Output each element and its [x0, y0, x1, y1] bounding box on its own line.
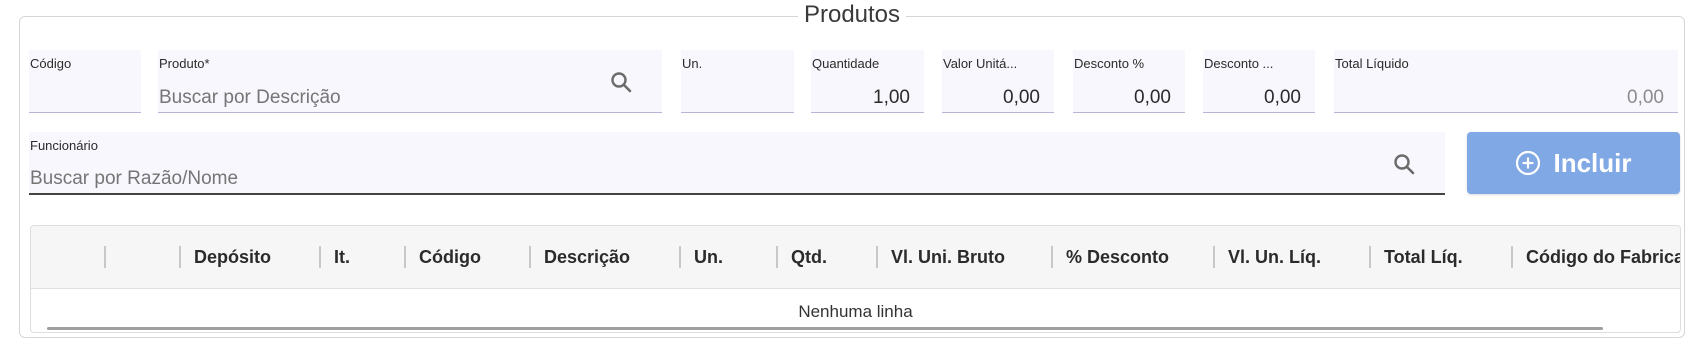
desconto-valor-value: 0,00: [1264, 87, 1301, 108]
section-title: Produtos: [0, 0, 1704, 30]
column-separator[interactable]: [1051, 246, 1053, 268]
valor-unitario-label: Valor Unitá...: [943, 56, 1018, 71]
horizontal-scrollbar[interactable]: [47, 327, 1603, 330]
total-liquido-field: Total Líquido 0,00: [1334, 50, 1678, 113]
search-icon[interactable]: [1392, 152, 1416, 176]
column-separator[interactable]: [179, 246, 181, 268]
produtos-grid: Depósito It. Código Descrição Un. Qtd. V…: [30, 225, 1681, 333]
valor-unitario-field[interactable]: Valor Unitá... 0,00: [942, 50, 1054, 113]
col-codigo-fabricante[interactable]: Código do Fabricant: [1526, 226, 1680, 288]
desconto-pct-field[interactable]: Desconto % 0,00: [1073, 50, 1185, 113]
total-liquido-label: Total Líquido: [1335, 56, 1409, 71]
grid-header: Depósito It. Código Descrição Un. Qtd. V…: [31, 226, 1680, 289]
column-separator[interactable]: [1213, 246, 1215, 268]
quantidade-field[interactable]: Quantidade 1,00: [811, 50, 924, 113]
desconto-valor-field[interactable]: Desconto ... 0,00: [1203, 50, 1315, 113]
col-vl-un-liq[interactable]: Vl. Un. Líq.: [1228, 226, 1321, 288]
desconto-pct-value: 0,00: [1134, 87, 1171, 108]
col-descricao[interactable]: Descrição: [544, 226, 630, 288]
desconto-valor-label: Desconto ...: [1204, 56, 1274, 71]
produto-search-input[interactable]: Buscar por Descrição: [159, 87, 341, 109]
funcionario-label: Funcionário: [30, 138, 98, 153]
column-separator[interactable]: [529, 246, 531, 268]
col-qtd[interactable]: Qtd.: [791, 226, 827, 288]
quantidade-value: 1,00: [873, 87, 910, 108]
quantidade-label: Quantidade: [812, 56, 880, 71]
un-field[interactable]: Un.: [681, 50, 794, 113]
codigo-field[interactable]: Código: [29, 50, 141, 113]
col-un[interactable]: Un.: [694, 226, 723, 288]
column-separator[interactable]: [404, 246, 406, 268]
col-codigo[interactable]: Código: [419, 226, 481, 288]
col-deposito[interactable]: Depósito: [194, 226, 271, 288]
grid-empty-message: Nenhuma linha: [798, 302, 913, 321]
col-total-liq[interactable]: Total Líq.: [1384, 226, 1463, 288]
column-separator[interactable]: [319, 246, 321, 268]
column-separator[interactable]: [1369, 246, 1371, 268]
valor-unitario-value: 0,00: [1003, 87, 1040, 108]
desconto-pct-label: Desconto %: [1074, 56, 1145, 71]
incluir-label: Incluir: [1553, 147, 1632, 178]
codigo-label: Código: [30, 56, 72, 71]
column-separator[interactable]: [679, 246, 681, 268]
col-desconto[interactable]: % Desconto: [1066, 226, 1169, 288]
funcionario-field[interactable]: Funcionário Buscar por Razão/Nome: [29, 132, 1445, 195]
column-separator[interactable]: [104, 246, 106, 268]
column-separator[interactable]: [1511, 246, 1513, 268]
column-separator[interactable]: [776, 246, 778, 268]
un-label: Un.: [682, 56, 703, 71]
produto-field[interactable]: Produto* Buscar por Descrição: [158, 50, 662, 113]
col-item[interactable]: It.: [334, 226, 350, 288]
incluir-button[interactable]: Incluir: [1467, 132, 1680, 194]
produto-label: Produto*: [159, 56, 210, 71]
total-liquido-value: 0,00: [1627, 87, 1664, 108]
search-icon[interactable]: [609, 70, 633, 94]
funcionario-search-input[interactable]: Buscar por Razão/Nome: [30, 168, 238, 190]
plus-circle-icon: [1516, 150, 1541, 176]
column-separator[interactable]: [876, 246, 878, 268]
col-vl-uni-bruto[interactable]: Vl. Uni. Bruto: [891, 226, 1005, 288]
